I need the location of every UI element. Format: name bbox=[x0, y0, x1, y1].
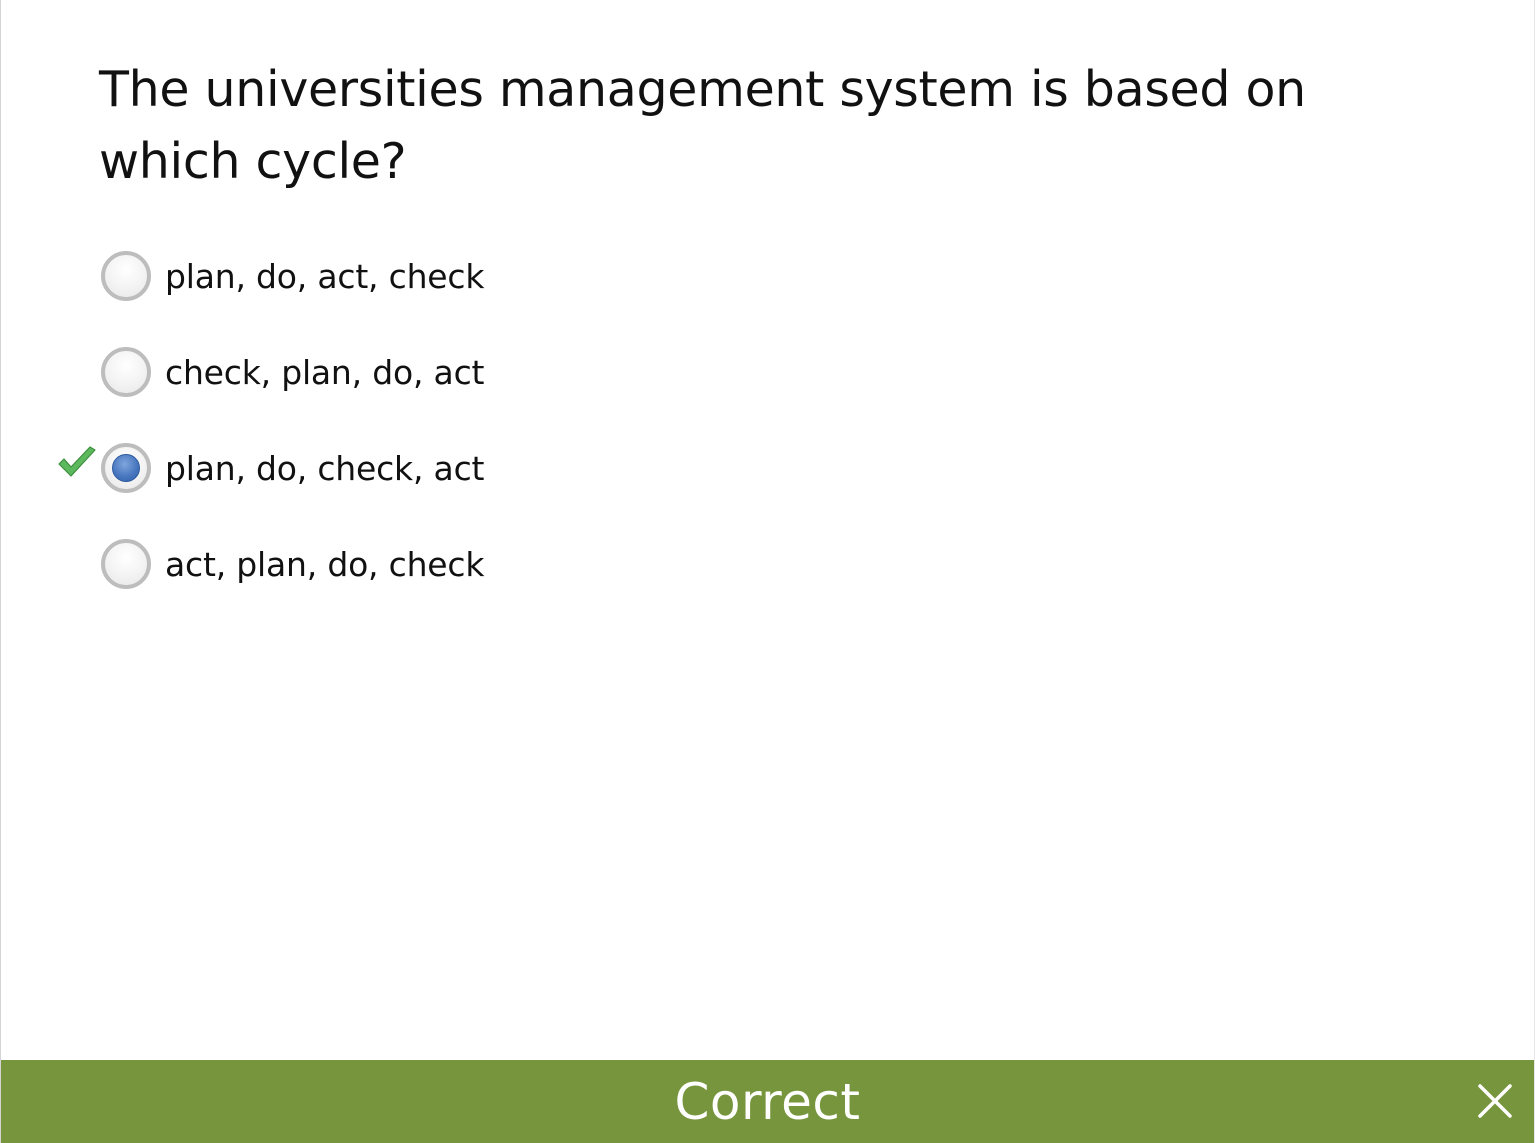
radio-button[interactable] bbox=[101, 443, 151, 493]
answer-option-2[interactable]: check, plan, do, act bbox=[101, 342, 484, 402]
close-icon[interactable] bbox=[1476, 1082, 1514, 1120]
radio-button[interactable] bbox=[101, 347, 151, 397]
answer-label: plan, do, check, act bbox=[165, 448, 485, 488]
question-text: The universities management system is ba… bbox=[99, 61, 1306, 190]
radio-selected-dot bbox=[112, 454, 140, 482]
answer-option-4[interactable]: act, plan, do, check bbox=[101, 534, 484, 594]
answer-label: act, plan, do, check bbox=[165, 544, 485, 584]
answer-option-1[interactable]: plan, do, act, check bbox=[101, 246, 484, 306]
answer-label: plan, do, act, check bbox=[165, 256, 485, 296]
feedback-bar: Correct bbox=[1, 1060, 1534, 1143]
radio-button[interactable] bbox=[101, 251, 151, 301]
answer-label: check, plan, do, act bbox=[165, 352, 485, 392]
checkmark-icon bbox=[58, 446, 96, 477]
radio-button[interactable] bbox=[101, 539, 151, 589]
answer-option-3[interactable]: plan, do, check, act bbox=[58, 438, 485, 498]
feedback-text: Correct bbox=[674, 1072, 861, 1131]
quiz-slide: The universities management system is ba… bbox=[0, 0, 1535, 1143]
